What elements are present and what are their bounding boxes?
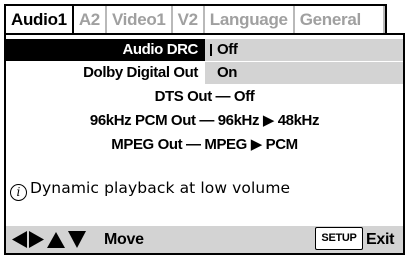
right-arrow-icon: [29, 231, 44, 248]
audio-drc-value[interactable]: Off: [205, 39, 403, 61]
dolby-digital-out-label[interactable]: Dolby Digital Out: [6, 62, 205, 84]
info-icon: i: [10, 184, 27, 201]
left-arrow-icon: [12, 231, 27, 248]
info-text: Dynamic playback at low volume: [30, 179, 291, 197]
settings-panel: Audio DRC Off Dolby Digital Out On DTS O…: [4, 33, 405, 255]
tab-language[interactable]: Language: [202, 6, 293, 34]
navigation-bar: Move SETUP Exit: [6, 226, 403, 253]
tab-a2[interactable]: A2: [74, 6, 105, 34]
dts-out-row[interactable]: DTS Out — Off: [6, 86, 403, 108]
dolby-digital-out-value[interactable]: On: [205, 62, 403, 84]
exit-label: Exit: [366, 231, 395, 248]
info-message: i Dynamic playback at low volume: [10, 177, 290, 201]
direction-arrows: [12, 231, 86, 248]
up-arrow-icon: [47, 232, 65, 248]
pcm-out-row[interactable]: 96kHz PCM Out — 96kHz ▶ 48kHz: [6, 110, 403, 132]
setup-screen: Audio1 A2 Video1 V2 Language General Aud…: [0, 0, 409, 259]
dolby-digital-out-value-text: On: [217, 64, 238, 81]
tab-video1[interactable]: Video1: [104, 6, 171, 34]
setup-button[interactable]: SETUP: [315, 227, 363, 250]
audio-drc-label[interactable]: Audio DRC: [6, 39, 205, 61]
audio-drc-value-text: Off: [217, 41, 238, 58]
mpeg-out-row[interactable]: MPEG Out — MPEG ▶ PCM: [6, 134, 403, 156]
tab-bar: Audio1 A2 Video1 V2 Language General: [4, 4, 387, 34]
tab-general[interactable]: General: [292, 6, 385, 34]
tab-audio1[interactable]: Audio1: [6, 6, 74, 34]
tab-v2[interactable]: V2: [170, 6, 203, 34]
selection-cursor: [210, 44, 212, 56]
down-arrow-icon: [68, 231, 86, 248]
move-label: Move: [104, 231, 144, 248]
